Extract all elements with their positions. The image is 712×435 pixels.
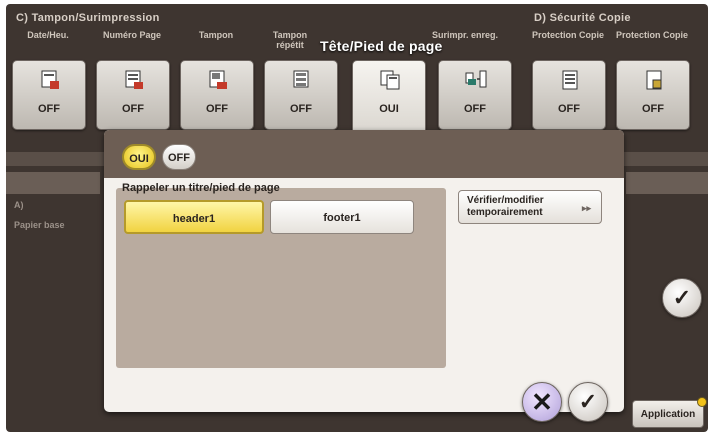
verify-modify-line2: temporairement (467, 207, 543, 218)
repeat-stamp-button[interactable]: OFF (264, 60, 338, 130)
function-label-stamp: Tampon (198, 30, 234, 40)
date-time-icon (41, 70, 59, 89)
footer1-option[interactable]: footer1 (270, 200, 414, 234)
repeat-stamp-icon (293, 70, 309, 88)
background-confirm-button[interactable]: ✓ (662, 278, 702, 318)
header-footer-value: OUI (379, 103, 399, 115)
toggle-off-button[interactable]: OFF (162, 144, 196, 170)
toggle-on-button[interactable]: OUI (122, 144, 156, 170)
header-footer-icon (380, 70, 400, 90)
date-time-button[interactable]: OFF (12, 60, 86, 130)
repeat-stamp-value: OFF (290, 103, 312, 115)
overlay-value: OFF (464, 103, 486, 115)
function-label-copy-protect: Protection Copie (531, 30, 604, 40)
stamp-button[interactable]: OFF (180, 60, 254, 130)
function-label-copy-protect-2: Protection Copie (615, 30, 688, 40)
header-footer-button[interactable]: OUI (352, 60, 426, 140)
copy-protect-button[interactable]: OFF (532, 60, 606, 130)
background-section-a: A) (14, 200, 24, 210)
cancel-button[interactable]: ✕ (522, 382, 562, 422)
overlay-button[interactable]: OFF (438, 60, 512, 130)
copy-protect-value: OFF (558, 103, 580, 115)
copy-protect-lock-icon (646, 70, 662, 90)
header1-option[interactable]: header1 (124, 200, 264, 234)
verify-modify-button[interactable]: Vérifier/modifier temporairement ▸▸ (458, 190, 602, 224)
background-tab-strip (6, 172, 100, 194)
background-tab-strip-right (626, 172, 708, 194)
section-c-title: C) Tampon/Surimpression (16, 12, 160, 24)
page-number-value: OFF (122, 103, 144, 115)
date-time-value: OFF (38, 103, 60, 115)
function-label-date: Date/Heu. (27, 30, 69, 40)
header-footer-dialog: OUI OFF Rappeler un titre/pied de page h… (104, 130, 624, 422)
copy-protect-lock-button[interactable]: OFF (616, 60, 690, 130)
verify-modify-line1: Vérifier/modifier (467, 195, 544, 206)
application-button[interactable]: Application (632, 397, 707, 428)
application-indicator-icon (697, 397, 707, 407)
background-paper-label: Papier base (14, 220, 65, 230)
page-number-button[interactable]: OFF (96, 60, 170, 130)
stamp-icon (209, 70, 227, 89)
recall-label: Rappeler un titre/pied de page (122, 182, 280, 194)
function-label-page-number: Numéro Page (102, 30, 162, 40)
active-function-title: Tête/Pied de page (320, 38, 443, 54)
page-number-icon (125, 70, 143, 89)
copy-protect-icon (562, 70, 578, 90)
copy-settings-screen: C) Tampon/Surimpression D) Sécurité Copi… (6, 4, 708, 432)
application-label: Application (640, 409, 696, 420)
overlay-icon (465, 70, 487, 88)
ok-button[interactable]: ✓ (568, 382, 608, 422)
double-chevron-right-icon: ▸▸ (581, 203, 591, 213)
function-label-repeat-stamp: Tampon répétit (272, 30, 308, 50)
section-d-title: D) Sécurité Copie (534, 12, 631, 24)
copy-protect-lock-value: OFF (642, 103, 664, 115)
stamp-value: OFF (206, 103, 228, 115)
